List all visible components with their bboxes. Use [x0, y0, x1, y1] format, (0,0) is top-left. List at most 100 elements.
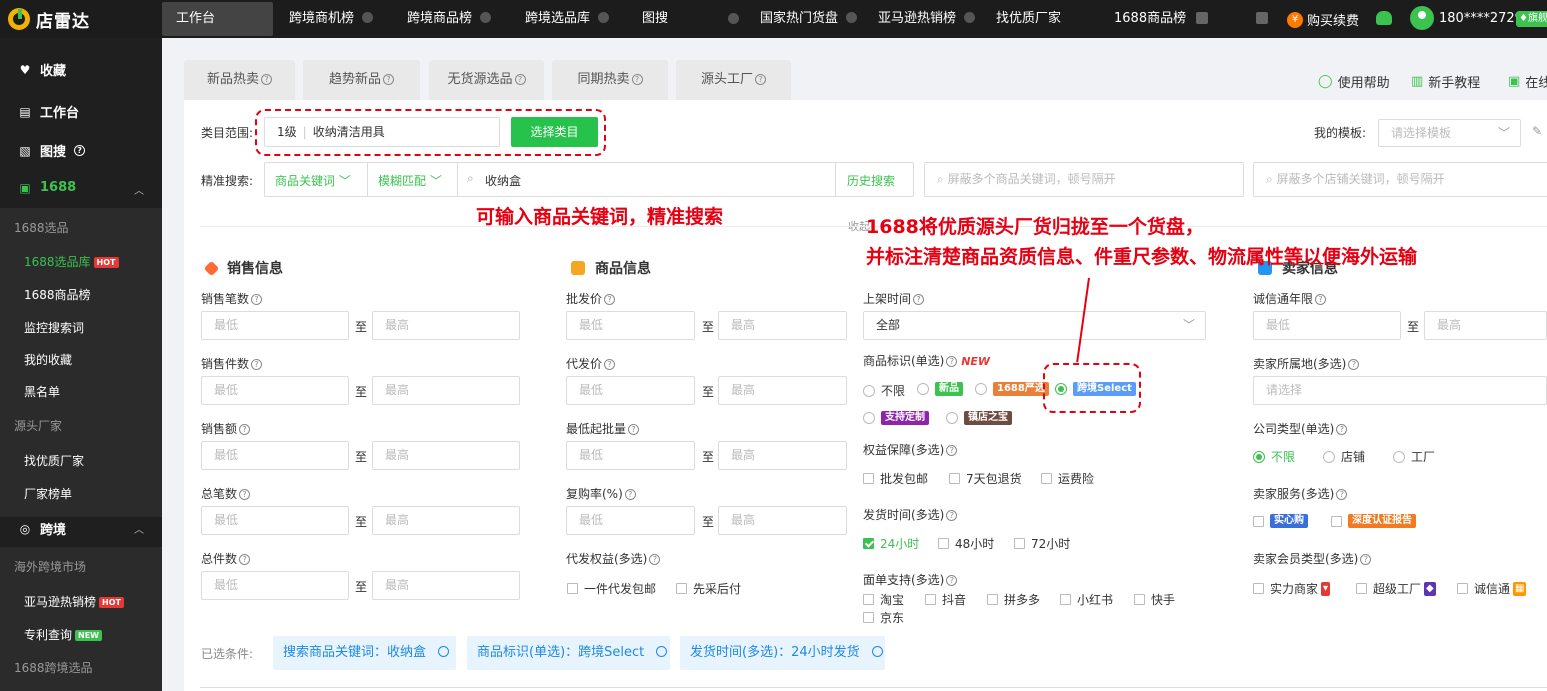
sidebar-group-cross[interactable]: ◎ 跨境 — [18, 519, 180, 539]
help-icon[interactable]: ? — [1336, 424, 1348, 435]
sales-count-max[interactable]: 最高 — [372, 311, 520, 340]
sales-amount-min[interactable]: 最低 — [201, 441, 349, 470]
help-icon[interactable]: ? — [1315, 294, 1327, 305]
sales-count-min[interactable]: 最低 — [201, 311, 349, 340]
topnav-tab-image-search[interactable]: 图搜 — [642, 2, 668, 36]
checkbox-one-piece-dropship[interactable]: 一件代发包邮 — [567, 580, 656, 597]
close-tab-icon[interactable] — [480, 12, 492, 23]
topnav-tab-national-hot[interactable]: 国家热门货盘 — [760, 2, 858, 36]
sidebar-item-monitor-keywords[interactable]: 监控搜索词 — [24, 319, 186, 336]
selected-chip-keyword[interactable]: 搜索商品关键词：收纳盒 — [273, 636, 456, 670]
sidebar-item-1688-lib[interactable]: 1688选品库 HOT — [24, 253, 186, 270]
checkbox-wholesale-free-shipping[interactable]: 批发包邮 — [863, 470, 928, 487]
checkbox-cxt[interactable]: 诚信通 ▦ — [1457, 580, 1527, 597]
checkbox-deep-verify[interactable]: 深度认证报告 — [1331, 514, 1416, 528]
sidebar-item-my-favorites[interactable]: 我的收藏 — [24, 351, 186, 368]
close-tab-icon[interactable] — [846, 12, 858, 23]
total-orders-min[interactable]: 最低 — [201, 506, 349, 535]
tab-same-period[interactable]: 同期热卖? — [552, 60, 668, 100]
help-icon[interactable]: ? — [251, 359, 263, 370]
match-type-select[interactable]: 模糊匹配 ﹀ — [378, 172, 442, 189]
sidebar-item-factory-rank[interactable]: 厂家榜单 — [24, 485, 186, 502]
chevron-up-icon[interactable]: ︿ — [134, 182, 144, 197]
app-logo[interactable]: 店雷达 — [8, 6, 90, 32]
moq-min[interactable]: 最低 — [566, 441, 695, 470]
tutorial-link[interactable]: ▥ 新手教程 — [1411, 72, 1480, 91]
help-icon[interactable]: ? — [628, 424, 640, 435]
repurchase-max[interactable]: 最高 — [718, 506, 847, 535]
edit-icon[interactable]: ✎ — [1532, 124, 1542, 138]
selected-chip-mark[interactable]: 商品标识(单选)：跨境Select — [467, 636, 670, 670]
total-orders-max[interactable]: 最高 — [372, 506, 520, 535]
sidebar-item-patent[interactable]: 专利查询 NEW — [24, 626, 186, 643]
checkbox-ship-72h[interactable]: 72小时 — [1014, 535, 1070, 552]
buy-renew-button[interactable]: ¥ 购买续费 — [1287, 10, 1359, 29]
tab-source-factory[interactable]: 源头工厂? — [676, 60, 791, 100]
close-icon[interactable] — [438, 646, 450, 657]
online-service-link[interactable]: ▣ 在线 — [1508, 72, 1547, 91]
tab-new-hot[interactable]: 新品热卖? — [184, 60, 295, 100]
close-icon[interactable] — [656, 646, 668, 657]
topnav-tab-find-factory[interactable]: 找优质厂家 — [996, 2, 1061, 36]
help-icon[interactable]: ? — [649, 554, 661, 565]
sidebar-item-amazon-hot[interactable]: 亚马逊热销榜 HOT — [24, 593, 186, 610]
sidebar-group-1688[interactable]: ▣ 1688 — [18, 180, 180, 195]
sidebar-item-favorites[interactable]: ♥ 收藏 — [18, 60, 180, 80]
dropship-price-max[interactable]: 最高 — [718, 376, 847, 405]
help-icon[interactable]: ? — [239, 554, 251, 565]
topnav-tab-workbench[interactable]: 工作台 — [162, 2, 273, 36]
radio-mark-any[interactable]: 不限 — [863, 382, 905, 399]
help-icon[interactable]: ? — [946, 510, 958, 521]
close-tab-icon[interactable] — [598, 12, 610, 23]
close-tab-icon[interactable] — [728, 13, 739, 24]
checkbox-strong-merchant[interactable]: 实力商家 ▾ — [1253, 580, 1331, 597]
topnav-tab-cross-goods[interactable]: 跨境商品榜 — [407, 2, 492, 36]
checkbox-super-factory[interactable]: 超级工厂 ◆ — [1356, 580, 1436, 597]
help-icon[interactable]: ? — [755, 74, 766, 85]
help-icon[interactable]: ? — [604, 359, 616, 370]
selected-chip-ship[interactable]: 发货时间(多选)：24小时发货 — [680, 636, 885, 670]
help-icon[interactable]: ? — [604, 294, 616, 305]
sales-amount-max[interactable]: 最高 — [372, 441, 520, 470]
close-tab-icon[interactable] — [362, 12, 374, 23]
help-icon[interactable]: ? — [383, 74, 394, 85]
seller-location-select[interactable]: 请选择 — [1253, 376, 1547, 405]
help-icon[interactable]: ? — [946, 445, 958, 456]
help-icon[interactable]: ? — [913, 294, 925, 305]
radio-company-shop[interactable]: 店铺 — [1323, 448, 1365, 465]
history-search-button[interactable]: 历史搜索 — [847, 172, 895, 189]
wholesale-price-max[interactable]: 最高 — [718, 311, 847, 340]
checkbox-7day-return[interactable]: 7天包退货 — [949, 470, 1022, 487]
add-tab-icon[interactable] — [1196, 12, 1208, 24]
radio-company-any[interactable]: 不限 — [1253, 448, 1295, 465]
listing-time-select[interactable]: 全部 ﹀ — [863, 311, 1206, 340]
sidebar-item-workbench[interactable]: ▤ 工作台 — [18, 102, 180, 122]
close-tab-icon[interactable] — [964, 12, 976, 23]
checkbox-douyin[interactable]: 抖音 — [925, 591, 966, 608]
checkbox-jd[interactable]: 京东 — [863, 609, 904, 626]
checkbox-solid-buy[interactable]: 实心购 — [1253, 514, 1308, 528]
cxt-years-min[interactable]: 最低 — [1253, 311, 1401, 340]
radio-mark-new[interactable]: 新品 — [917, 382, 963, 396]
help-icon[interactable]: ? — [239, 489, 251, 500]
keyword-type-select[interactable]: 商品关键词 ﹀ — [275, 172, 351, 189]
checkbox-kuaishou[interactable]: 快手 — [1134, 591, 1175, 608]
help-icon[interactable]: ? — [946, 575, 958, 586]
checkbox-shipping-insurance[interactable]: 运费险 — [1041, 470, 1094, 487]
radio-mark-shop-treasure[interactable]: 镇店之宝 — [946, 411, 1012, 425]
topnav-tab-1688-rank[interactable]: 1688商品榜 — [1114, 2, 1186, 36]
repurchase-min[interactable]: 最低 — [566, 506, 695, 535]
user-menu[interactable]: 180****2729 — [1410, 6, 1523, 30]
radio-mark-customize[interactable]: 支持定制 — [863, 411, 929, 425]
tab-trend-new[interactable]: 趋势新品? — [303, 60, 420, 100]
topnav-tab-amazon-hot[interactable]: 亚马逊热销榜 — [878, 2, 976, 36]
template-select[interactable]: 请选择模板 ﹀ — [1378, 119, 1521, 147]
checkbox-taobao[interactable]: 淘宝 — [863, 591, 904, 608]
sales-qty-min[interactable]: 最低 — [201, 376, 349, 405]
help-icon[interactable]: ? — [1336, 489, 1348, 500]
tab-no-stock[interactable]: 无货源选品? — [429, 60, 544, 100]
keyword-input[interactable]: 收纳盒 — [485, 172, 521, 189]
checkbox-ship-24h[interactable]: 24小时 — [863, 535, 919, 552]
sidebar-item-find-factory[interactable]: 找优质厂家 — [24, 452, 186, 469]
sidebar-item-blacklist[interactable]: 黑名单 — [24, 383, 186, 400]
